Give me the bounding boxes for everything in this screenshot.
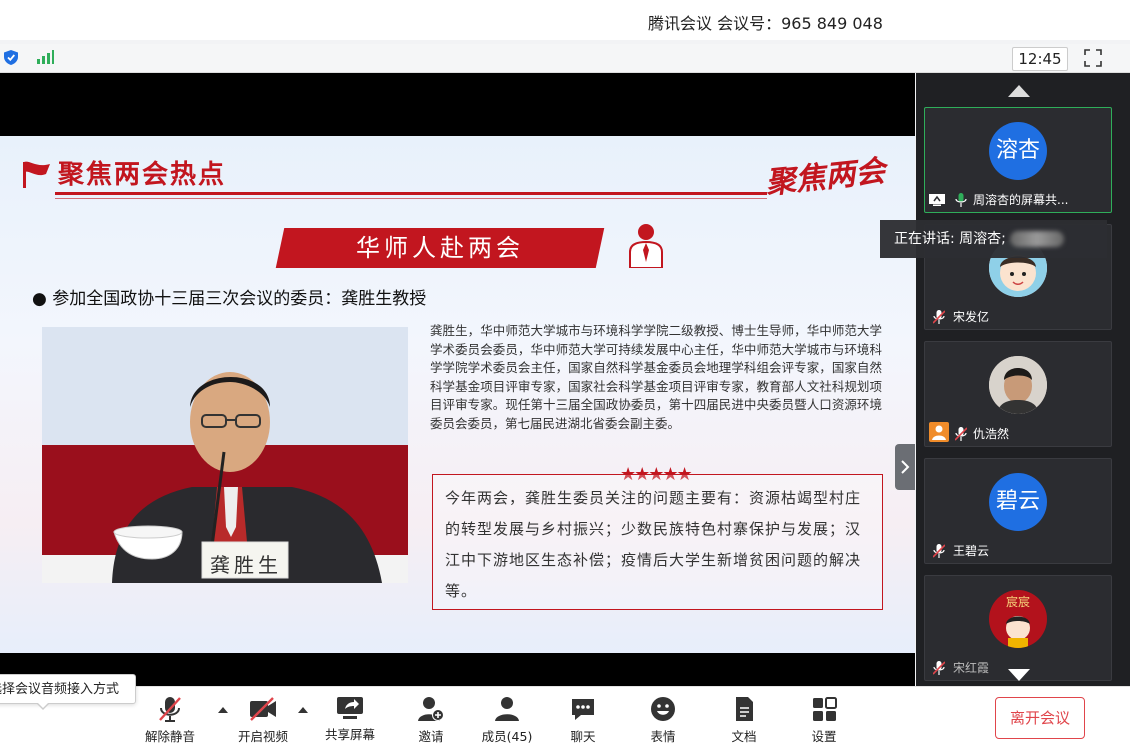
professor-bio: 龚胜生，华中师范大学城市与环境科学学院二级教授、博士生导师，华中师范大学学术委员… xyxy=(430,323,882,431)
collapse-sidebar-button[interactable] xyxy=(895,444,915,490)
documents-button[interactable]: 文档 xyxy=(709,695,779,745)
smiley-icon xyxy=(651,697,675,721)
participant-tile-5[interactable]: 宸宸 宋红霞 xyxy=(924,575,1112,681)
mic-muted-icon xyxy=(933,661,945,675)
mic-active-icon xyxy=(955,193,967,207)
presentation-slide: 聚焦两会热点 聚焦两会 华师人赴两会 ● 参加全国政协十三届三次会议的委员：龚胜… xyxy=(0,136,915,653)
speaking-text: 正在讲话: 周溶杏; xyxy=(894,231,1006,247)
heading-divider xyxy=(55,192,767,195)
participant-tile-1[interactable]: 溶杏 周溶杏的屏幕共... xyxy=(924,107,1112,213)
participant-video-list[interactable]: 溶杏 周溶杏的屏幕共... 宋发亿 仇浩然 碧云 王碧云 宸宸 宋红霞 xyxy=(916,73,1130,686)
audio-options-caret[interactable] xyxy=(218,707,228,713)
participant-tile-3[interactable]: 仇浩然 xyxy=(924,341,1112,447)
unmute-label: 解除静音 xyxy=(144,729,195,744)
participant-name: 周溶杏的屏幕共... xyxy=(973,193,1069,207)
screen-share-icon xyxy=(929,194,945,206)
shield-icon[interactable] xyxy=(4,50,18,65)
heading-divider-thin xyxy=(55,198,767,199)
slide-bullet: ● 参加全国政协十三届三次会议的委员：龚胜生教授 xyxy=(32,289,427,309)
scroll-down-arrow[interactable] xyxy=(1008,669,1030,681)
participant-name: 王碧云 xyxy=(953,544,990,558)
participant-name: 仇浩然 xyxy=(973,427,1010,441)
meeting-title: 腾讯会议 会议号：965 849 048 xyxy=(648,14,883,33)
participant-name: 宋发亿 xyxy=(953,310,990,324)
ribbon-title: 华师人赴两会 xyxy=(356,234,524,262)
mic-muted-icon xyxy=(159,697,181,722)
shared-screen-area: 聚焦两会热点 聚焦两会 华师人赴两会 ● 参加全国政协十三届三次会议的委员：龚胜… xyxy=(0,73,915,686)
meeting-toolbar: 解除静音 开启视频 共享屏幕 邀请 成员(45) 聊天 表情 文档 设置 离开会… xyxy=(0,686,1130,751)
participant-name: 宋红霞 xyxy=(953,661,990,675)
members-label: 成员(45) xyxy=(481,729,533,744)
settings-button[interactable]: 设置 xyxy=(789,695,859,745)
document-icon xyxy=(736,697,753,721)
photo-avatar-icon xyxy=(989,356,1047,414)
invite-label: 邀请 xyxy=(418,729,444,744)
mic-muted-icon xyxy=(955,427,967,441)
participant-avatar: 宸宸 xyxy=(989,590,1047,648)
audio-join-tooltip[interactable]: 选择会议音频接入方式 xyxy=(0,674,136,704)
chevron-right-icon xyxy=(901,460,910,474)
network-signal-icon[interactable] xyxy=(36,50,54,64)
photo-illustration xyxy=(42,327,408,583)
participant-avatar: 碧云 xyxy=(989,473,1047,531)
documents-label: 文档 xyxy=(731,729,757,744)
start-video-button[interactable]: 开启视频 xyxy=(228,695,298,745)
blurred-name xyxy=(1009,231,1064,247)
slide-heading: 聚焦两会热点 xyxy=(58,160,227,190)
video-options-caret[interactable] xyxy=(298,707,308,713)
scroll-up-arrow[interactable] xyxy=(1008,85,1030,97)
settings-grid-icon xyxy=(813,697,837,721)
share-screen-button[interactable]: 共享屏幕 xyxy=(315,695,385,743)
participant-avatar xyxy=(989,356,1047,414)
emoji-label: 表情 xyxy=(650,729,676,744)
meeting-clock: 12:45 xyxy=(1012,47,1068,71)
invite-user-icon xyxy=(418,697,444,721)
focus-text: 今年两会，龚胜生委员关注的问题主要有：资源枯竭型村庄的转型发展与乡村振兴；少数民… xyxy=(445,489,862,600)
status-bar: 12:45 xyxy=(0,44,1130,73)
person-icon xyxy=(629,224,663,268)
members-button[interactable]: 成员(45) xyxy=(472,695,542,745)
audio-join-tooltip-text: 选择会议音频接入方式 xyxy=(0,682,120,697)
window-titlebar: 腾讯会议 会议号：965 849 048 xyxy=(0,0,1130,40)
flag-icon xyxy=(23,161,50,188)
focus-box: 今年两会，龚胜生委员关注的问题主要有：资源枯竭型村庄的转型发展与乡村振兴；少数民… xyxy=(432,474,883,610)
participant-tile-4[interactable]: 碧云 王碧云 xyxy=(924,458,1112,564)
slide-bullet-text: 参加全国政协十三届三次会议的委员：龚胜生教授 xyxy=(52,289,427,309)
speaking-indicator: 正在讲话: 周溶杏; xyxy=(880,220,1107,258)
cartoon-avatar-icon xyxy=(1006,616,1030,648)
emoji-button[interactable]: 表情 xyxy=(628,695,698,745)
name-plate: 龚胜生 xyxy=(210,553,282,577)
invite-button[interactable]: 邀请 xyxy=(396,695,466,745)
settings-label: 设置 xyxy=(811,729,837,744)
share-screen-label: 共享屏幕 xyxy=(324,727,375,742)
unmute-button[interactable]: 解除静音 xyxy=(135,695,205,745)
participant-avatar: 溶杏 xyxy=(989,122,1047,180)
fullscreen-icon[interactable] xyxy=(1084,49,1102,67)
members-icon xyxy=(495,697,519,721)
chat-button[interactable]: 聊天 xyxy=(548,695,618,745)
lianghui-logo: 聚焦两会 xyxy=(763,153,887,202)
mic-muted-icon xyxy=(933,544,945,558)
leave-meeting-button[interactable]: 离开会议 xyxy=(995,697,1085,739)
chat-label: 聊天 xyxy=(570,729,596,744)
share-screen-icon xyxy=(337,697,363,719)
mic-muted-icon xyxy=(933,310,945,324)
host-badge-icon xyxy=(929,422,949,442)
chat-bubble-icon xyxy=(572,699,594,720)
tooltip-arrow-inner xyxy=(37,702,49,708)
avatar-caption: 宸宸 xyxy=(1005,595,1030,609)
professor-photo: 龚胜生 xyxy=(42,327,408,583)
start-video-label: 开启视频 xyxy=(237,729,288,744)
video-off-icon xyxy=(250,697,276,721)
